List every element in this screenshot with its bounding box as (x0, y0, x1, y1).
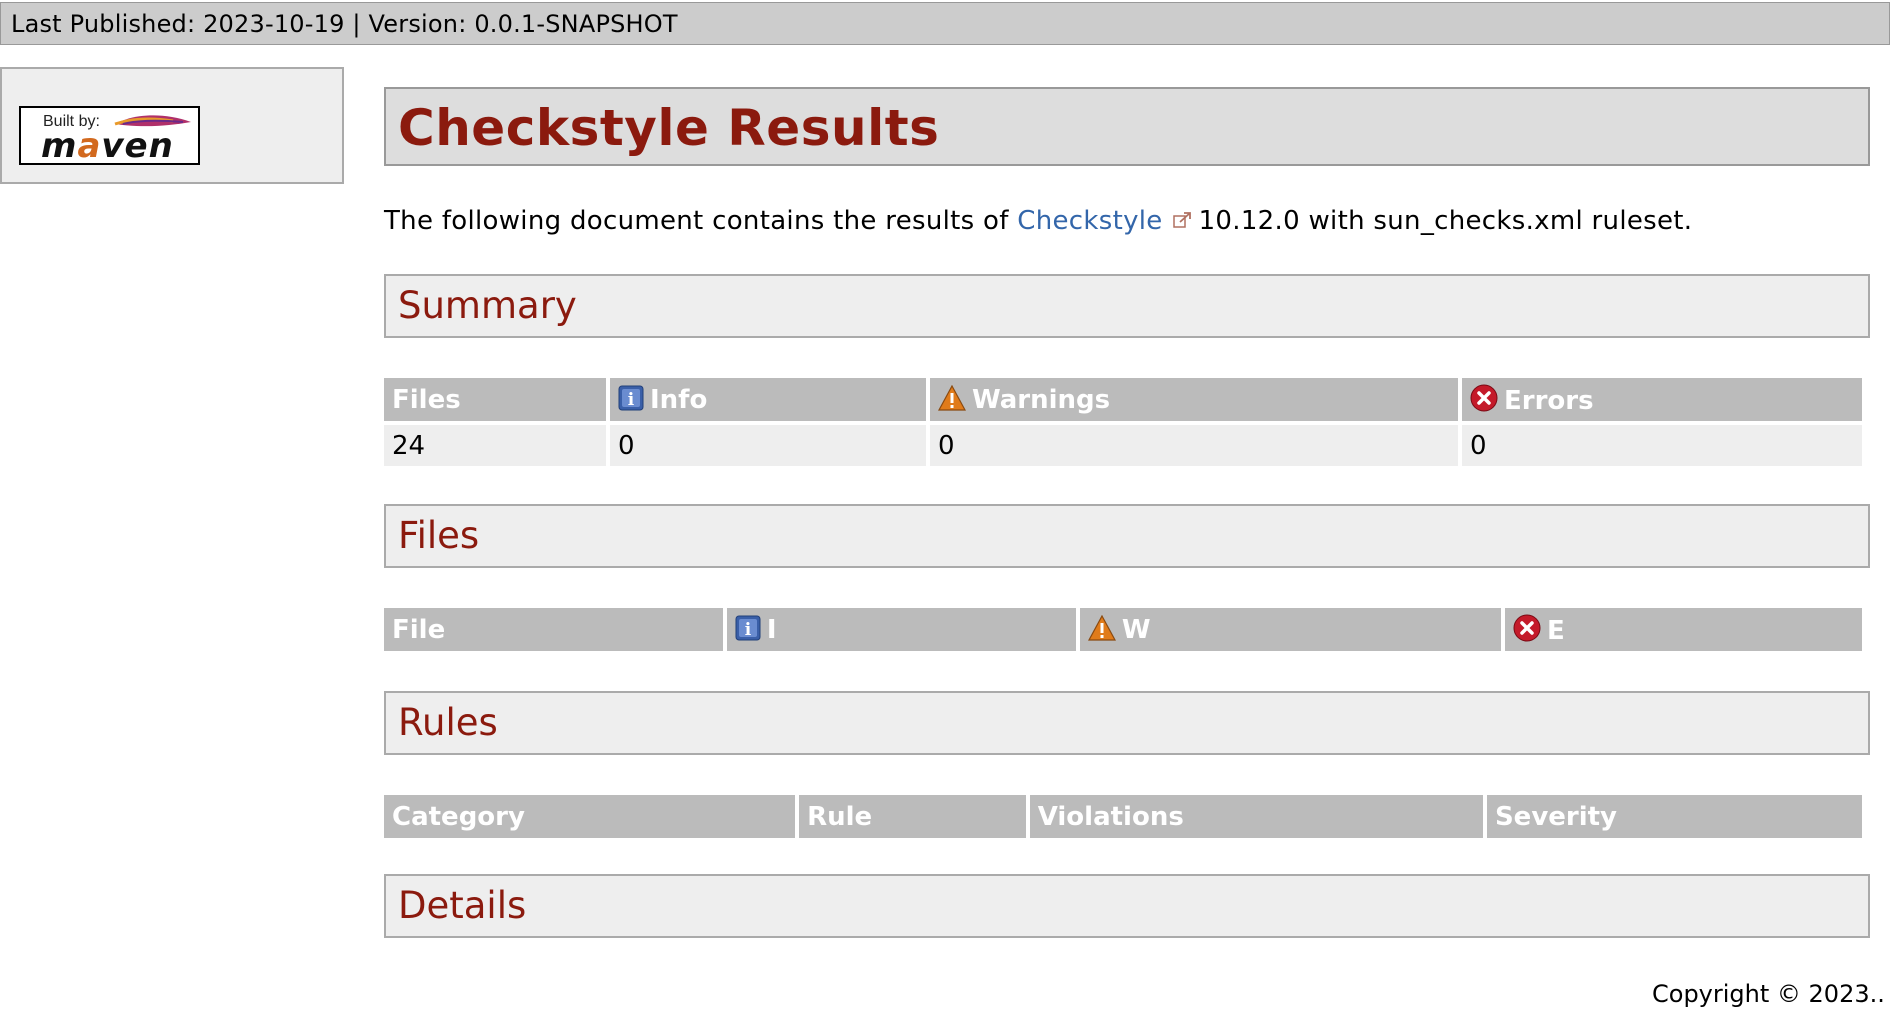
col-i: iI (726, 608, 1076, 651)
version: Version: 0.0.1-SNAPSHOT (368, 10, 678, 38)
details-heading: Details (398, 884, 527, 927)
info-icon: i (618, 385, 644, 410)
error-icon (1470, 384, 1498, 411)
intro-text-before: The following document contains the resu… (384, 206, 1018, 236)
errors-count: 0 (1462, 425, 1862, 466)
last-published: Last Published: 2023-10-19 (11, 10, 345, 38)
rules-heading: Rules (398, 701, 498, 744)
details-heading-box: Details (384, 874, 1870, 938)
col-severity: Severity (1486, 795, 1862, 838)
intro-text-after: 10.12.0 with sun_checks.xml ruleset. (1198, 206, 1693, 236)
col-w: W (1079, 608, 1501, 651)
intro-paragraph: The following document contains the resu… (384, 206, 1692, 236)
col-e: E (1505, 608, 1862, 651)
col-errors: Errors (1462, 378, 1862, 421)
svg-text:i: i (628, 390, 635, 410)
warnings-count: 0 (930, 425, 1458, 466)
maven-wordmark: maven (41, 126, 174, 166)
summary-row: 24 0 0 0 (384, 425, 1862, 466)
col-files: Files (384, 378, 606, 421)
col-rule: Rule (799, 795, 1026, 838)
files-header-row: File iI W E (384, 608, 1862, 651)
files-heading-box: Files (384, 504, 1870, 568)
top-bar: Last Published: 2023-10-19 | Version: 0.… (0, 2, 1890, 45)
summary-header-row: Files i Info Warnings Errors (384, 378, 1862, 421)
info-count: 0 (610, 425, 926, 466)
summary-table: Files i Info Warnings Errors 24 0 0 0 (380, 374, 1866, 470)
checkstyle-link[interactable]: Checkstyle (1017, 206, 1162, 236)
separator: | (352, 10, 361, 38)
info-icon: i (735, 615, 761, 640)
warning-icon (1087, 614, 1116, 641)
col-warnings: Warnings (930, 378, 1458, 421)
col-category: Category (384, 795, 796, 838)
files-count: 24 (384, 425, 606, 466)
summary-heading-box: Summary (384, 274, 1870, 338)
page-title-box: Checkstyle Results (384, 87, 1870, 166)
warning-icon (938, 384, 966, 411)
svg-text:i: i (745, 620, 752, 640)
summary-heading: Summary (398, 284, 577, 327)
col-info: i Info (610, 378, 926, 421)
left-sidebar: Built by: maven (0, 67, 344, 184)
col-file: File (384, 608, 723, 651)
rules-heading-box: Rules (384, 691, 1870, 755)
copyright: Copyright © 2023.. (1652, 980, 1885, 1008)
col-violations: Violations (1029, 795, 1483, 838)
error-icon (1513, 614, 1541, 641)
page-title: Checkstyle Results (398, 99, 940, 157)
files-table: File iI W E (380, 604, 1866, 655)
rules-table: Category Rule Violations Severity (380, 791, 1866, 842)
external-link-icon (1172, 211, 1191, 228)
rules-header-row: Category Rule Violations Severity (384, 795, 1862, 838)
files-heading: Files (398, 514, 480, 557)
built-by-maven-logo[interactable]: Built by: maven (19, 106, 200, 166)
